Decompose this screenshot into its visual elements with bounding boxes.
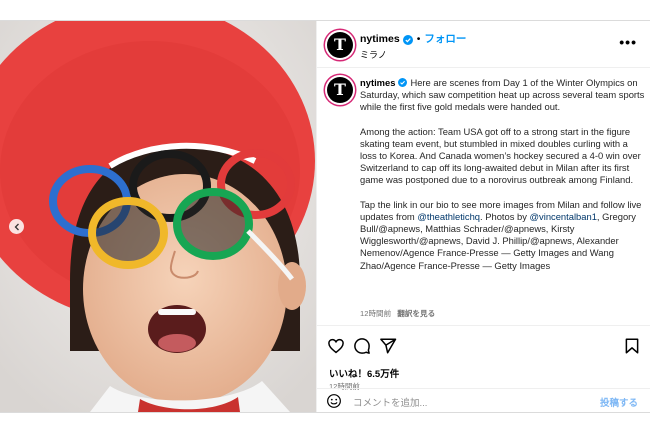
verified-icon [402, 34, 413, 45]
see-translation-button[interactable]: 翻訳を見る [397, 309, 435, 318]
separator: • [416, 33, 421, 45]
comment-input[interactable]: コメントを追加... [353, 395, 427, 409]
caption-p3-b: . Photos by [480, 210, 530, 222]
bookmark-icon[interactable] [623, 337, 641, 355]
caption-meta: 12時間前 翻訳を見る [360, 308, 435, 319]
caption-paragraph-3: Tap the link in our bio to see more imag… [360, 199, 646, 272]
caption-paragraph-1: nytimes Here are scenes from Day 1 of the… [360, 77, 646, 114]
follow-button[interactable]: フォロー [424, 33, 466, 46]
previous-image-button[interactable] [9, 219, 24, 234]
olympic-fan-photo [0, 21, 316, 412]
heart-icon[interactable] [327, 337, 345, 355]
verified-icon [398, 78, 408, 87]
post-panel: T nytimes • フォロー ミラノ ••• T nytimes Here a… [316, 21, 650, 412]
emoji-icon[interactable] [326, 393, 342, 409]
caption-time: 12時間前 [360, 309, 392, 318]
username-link[interactable]: nytimes [360, 33, 400, 46]
caption-text: nytimes Here are scenes from Day 1 of the… [360, 77, 646, 284]
header-user: nytimes • フォロー [360, 33, 466, 46]
chevron-left-icon [14, 223, 19, 230]
post-photo[interactable] [0, 21, 316, 412]
avatar[interactable]: T [327, 32, 353, 58]
like-count[interactable]: いいね！6.5万件 [329, 366, 399, 380]
share-icon[interactable] [379, 337, 397, 355]
location-link[interactable]: ミラノ [360, 48, 387, 61]
caption-area: T nytimes Here are scenes from Day 1 of t… [317, 69, 650, 325]
mention-link[interactable]: @vincentalban1 [530, 211, 597, 222]
caption-username[interactable]: nytimes [360, 77, 395, 88]
comment-bar: コメントを追加... 投稿する [316, 388, 650, 412]
post-frame: T nytimes • フォロー ミラノ ••• T nytimes Here a… [0, 20, 650, 413]
caption-paragraph-2: Among the action: Team USA got off to a … [360, 125, 641, 186]
more-options-button[interactable]: ••• [619, 35, 637, 49]
comment-icon[interactable] [353, 337, 371, 355]
mention-link[interactable]: @theathletichq [417, 211, 480, 222]
caption-avatar[interactable]: T [327, 77, 353, 103]
post-comment-button[interactable]: 投稿する [600, 395, 638, 409]
post-header: T nytimes • フォロー ミラノ ••• [317, 21, 650, 68]
